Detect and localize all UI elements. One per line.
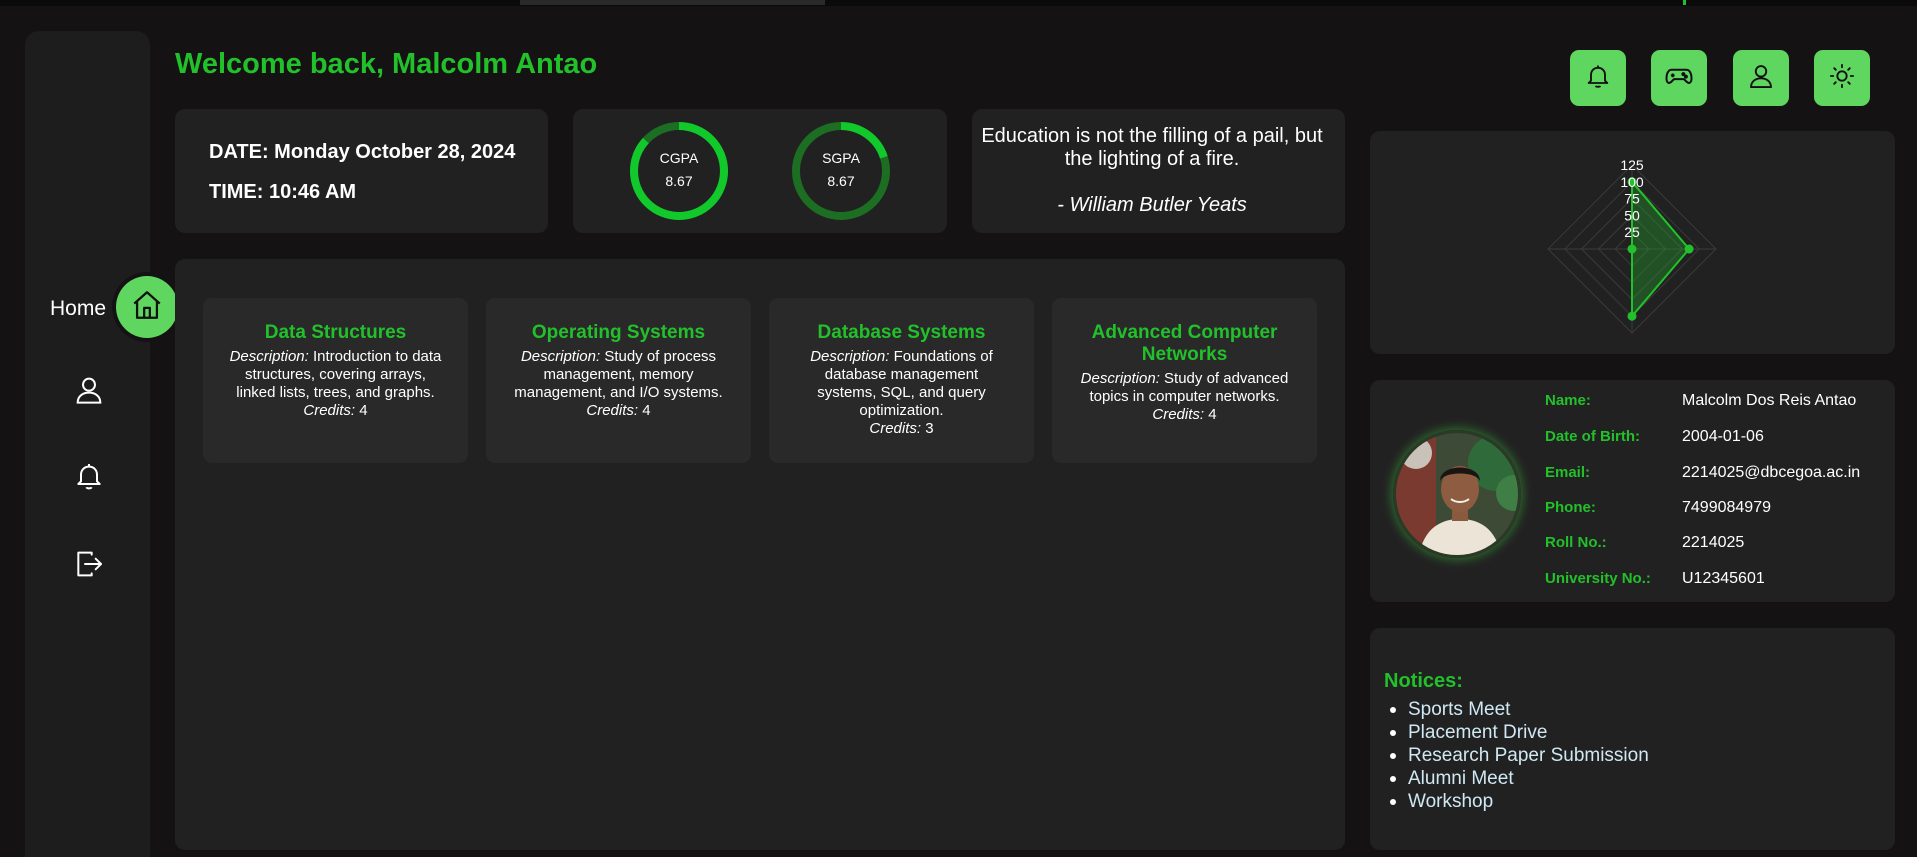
cgpa-label: CGPA [659,150,699,166]
top-strip-segment [520,0,825,5]
notice-item[interactable]: Alumni Meet [1384,767,1649,790]
course-title: Database Systems [817,322,986,343]
sidebar [25,31,150,857]
profile-label-name: Name: [1545,392,1591,409]
user-icon [73,374,105,411]
course-description: Description: Introduction to data struct… [229,348,442,401]
quote-author: - William Butler Yeats [1057,194,1247,216]
gamepad-icon [1664,61,1694,96]
radar-data-point [1684,244,1694,254]
course-description: Description: Foundations of database man… [810,348,993,419]
profile-label-email: Email: [1545,464,1591,481]
radar-series-area [1631,179,1691,319]
course-credits: Credits: 4 [586,402,651,419]
user-icon [1747,62,1775,95]
cgpa-value: 8.67 [665,173,693,189]
course-card[interactable]: Operating Systems Description: Study of … [486,298,751,463]
sidebar-item-profile[interactable] [70,373,108,411]
datetime-card: DATE: Monday October 28, 2024 TIME: 10:4… [175,109,548,233]
radar-data-point [1627,244,1637,254]
current-time: TIME: 10:46 AM [209,181,357,203]
profile-value-university: U12345601 [1682,570,1765,587]
profile-button[interactable] [1733,50,1789,106]
profile-value-name: Malcolm Dos Reis Antao [1682,392,1857,409]
notices-title: Notices: [1384,670,1463,692]
notices-list: Sports Meet Placement Drive Research Pap… [1384,698,1649,813]
radar-chart: 255075100125 [1547,157,1717,334]
course-credits: Credits: 3 [869,420,934,437]
sidebar-item-logout[interactable] [70,547,108,585]
current-date: DATE: Monday October 28, 2024 [209,141,516,163]
sidebar-item-home[interactable] [116,276,178,338]
profile-label-roll: Roll No.: [1545,534,1607,551]
notice-item[interactable]: Research Paper Submission [1384,744,1649,767]
notifications-button[interactable] [1570,50,1626,106]
radar-tick-label: 75 [1624,191,1640,207]
profile-value-phone: 7499084979 [1682,499,1771,516]
course-description: Description: Study of advanced topics in… [1080,370,1289,405]
bell-icon [1584,62,1612,95]
profile-label-university: University No.: [1545,570,1651,587]
profile-value-dob: 2004-01-06 [1682,428,1764,445]
course-card[interactable]: Database Systems Description: Foundation… [769,298,1034,463]
theme-toggle-button[interactable] [1814,50,1870,106]
radar-tick-label: 50 [1624,207,1640,223]
course-card[interactable]: Data Structures Description: Introductio… [203,298,468,463]
radar-tick-label: 100 [1620,174,1644,190]
quote-text: Education is not the filling of a pail, … [981,125,1323,170]
radar-data-point [1627,311,1637,321]
profile-value-roll: 2214025 [1682,534,1745,551]
sgpa-label: SGPA [822,150,860,166]
profile-label-phone: Phone: [1545,499,1596,516]
games-button[interactable] [1651,50,1707,106]
course-description: Description: Study of process management… [514,348,723,401]
sgpa-ring: SGPA 8.67 [790,120,892,222]
bell-icon [73,460,105,497]
home-icon [130,288,164,327]
sgpa-value: 8.67 [827,173,855,189]
page-title: Welcome back, Malcolm Antao [175,48,598,80]
notice-item[interactable]: Sports Meet [1384,698,1649,721]
sun-icon [1828,62,1856,95]
profile-label-dob: Date of Birth: [1545,428,1640,445]
notice-item[interactable]: Workshop [1384,790,1649,813]
course-title: Operating Systems [531,322,706,343]
course-credits: Credits: 4 [1152,406,1217,423]
avatar [1393,430,1521,558]
top-strip-marker [1683,0,1686,5]
radar-chart-card: 25 50 75 100 125 [1370,131,1895,354]
notice-item[interactable]: Placement Drive [1384,721,1649,744]
course-credits: Credits: 4 [303,402,368,419]
sidebar-item-notifications[interactable] [70,459,108,497]
course-title: Data Structures [264,322,407,343]
course-title: Advanced Computer Networks [1091,322,1278,365]
radar-tick-label: 25 [1624,224,1640,240]
profile-value-email: 2214025@dbcegoa.ac.in [1682,464,1861,481]
sidebar-item-home-label: Home [50,297,107,320]
course-card[interactable]: Advanced Computer Networks Description: … [1052,298,1317,463]
cgpa-ring: CGPA 8.67 [628,120,730,222]
top-strip [0,0,1917,6]
radar-tick-label: 125 [1620,157,1644,173]
logout-icon [73,548,105,585]
